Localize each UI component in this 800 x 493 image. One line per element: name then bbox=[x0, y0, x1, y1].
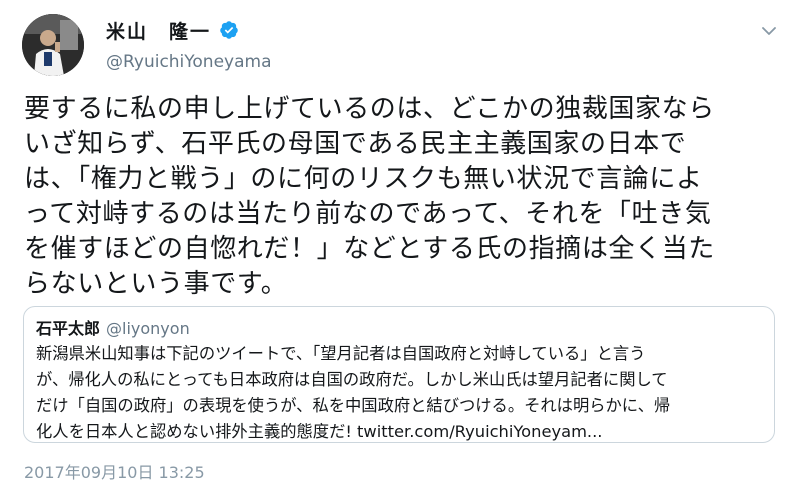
tweet-text-line: って対峙するのは当たり前なのであって、それを「吐き気 bbox=[24, 199, 712, 229]
tweet-text: 要するに私の申し上げているのは、どこかの独裁国家なら いざ知らず、石平氏の母国で… bbox=[24, 92, 784, 302]
quoted-tweet-text: 新潟県米山知事は下記のツイートで、「望月記者は自国政府と対峙している」と言う が… bbox=[36, 341, 762, 445]
tweet-text-line: らないという事です。 bbox=[24, 269, 288, 299]
timestamp[interactable]: 2017年09月10日 13:25 bbox=[24, 459, 205, 483]
author-block: 米山 隆一 @RyuichiYoneyama bbox=[106, 16, 272, 73]
quoted-text-line: だけ「自国の政府」の表現を使うが、私を中国政府と結びつける。それは明らかに、帰 bbox=[36, 396, 671, 415]
chevron-down-icon[interactable] bbox=[760, 22, 778, 40]
tweet-text-line: いざ知らず、石平氏の母国である民主主義国家の日本で bbox=[24, 129, 687, 159]
user-handle[interactable]: @RyuichiYoneyama bbox=[106, 52, 272, 72]
quoted-text-line: 新潟県米山知事は下記のツイートで、「望月記者は自国政府と対峙している」と言う bbox=[36, 344, 646, 363]
tweet-text-line: 要するに私の申し上げているのは、どこかの独裁国家なら bbox=[24, 94, 715, 124]
tweet-text-line: は、「権力と戦う」のに何のリスクも無い状況で言論によ bbox=[24, 164, 703, 194]
quoted-text-line: 化人を日本人と認めない排外主義的態度だ! twitter.com/Ryuichi… bbox=[36, 422, 603, 441]
quoted-user-handle: @liyonyon bbox=[106, 319, 190, 338]
avatar-photo bbox=[22, 14, 84, 76]
display-name[interactable]: 米山 隆一 bbox=[106, 17, 211, 44]
quoted-display-name: 石平太郎 bbox=[36, 319, 101, 338]
avatar[interactable] bbox=[22, 14, 84, 76]
quoted-tweet[interactable]: 石平太郎 @liyonyon 新潟県米山知事は下記のツイートで、「望月記者は自国… bbox=[23, 306, 775, 443]
verified-badge-icon bbox=[220, 21, 238, 39]
quoted-text-line: が、帰化人の私にとっても日本政府は自国の政府だ。しかし米山氏は望月記者に関して bbox=[36, 370, 668, 389]
tweet-text-line: を催すほどの自惚れだ！」などとする氏の指摘は全く当た bbox=[24, 234, 715, 264]
